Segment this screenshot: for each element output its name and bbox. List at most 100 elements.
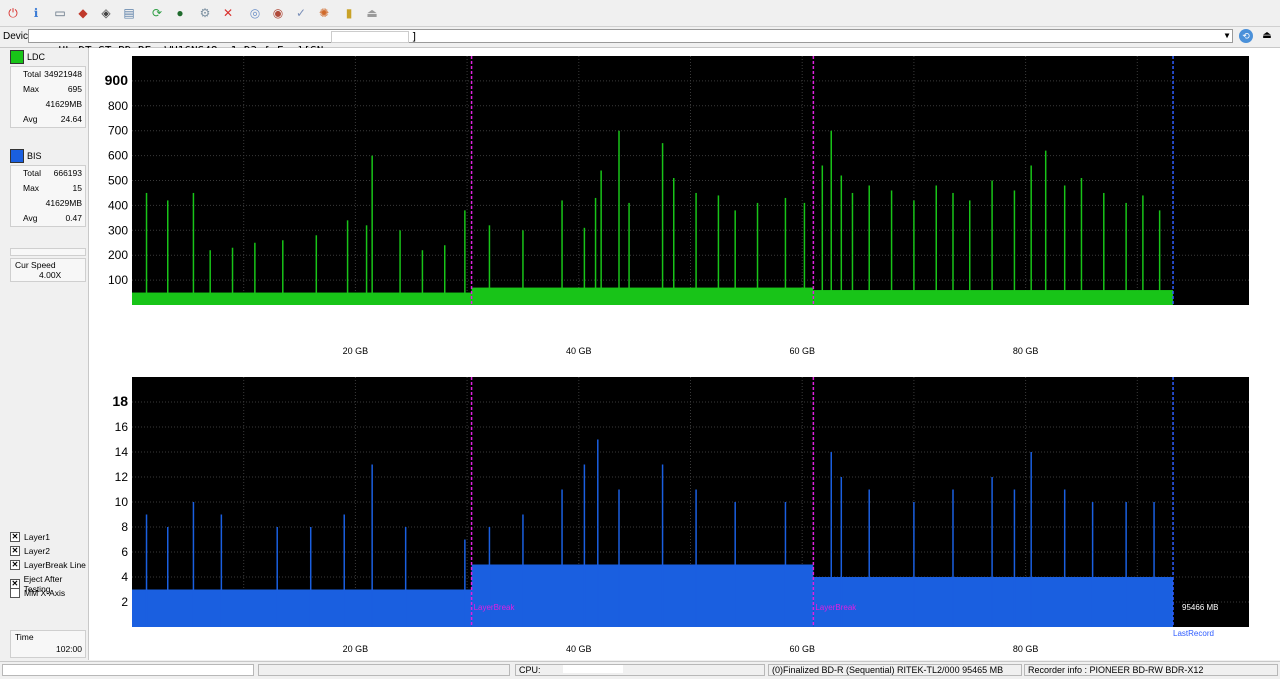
y-tick-label: 600 bbox=[108, 149, 128, 163]
ldc-label: LDC bbox=[27, 52, 45, 62]
ldc-chart: 10020030040050060070080090020 GB40 GB60 … bbox=[105, 56, 1249, 356]
y-tick-label: 100 bbox=[108, 273, 128, 287]
bis-stats: Total666193 Max15 41629MB Avg0.47 bbox=[10, 165, 86, 227]
copy-disc-icon[interactable]: ◈ bbox=[97, 4, 115, 22]
bis-max-label: Max bbox=[23, 183, 39, 193]
status-cpu: CPU: bbox=[515, 664, 765, 676]
time-box: Time 102:00 bbox=[10, 630, 86, 658]
eject-icon[interactable]: ⏏ bbox=[363, 4, 381, 22]
ldc-max: 695 bbox=[68, 84, 82, 94]
refresh-icon[interactable]: ⟳ bbox=[148, 4, 166, 22]
power-icon[interactable]: ⏻ bbox=[4, 4, 22, 22]
burn-icon[interactable]: ◉ bbox=[269, 4, 287, 22]
save-icon[interactable]: ▤ bbox=[120, 4, 138, 22]
serial-number-field bbox=[331, 31, 409, 43]
stop-icon[interactable]: ✕ bbox=[219, 4, 237, 22]
y-tick-label: 10 bbox=[115, 495, 129, 509]
ldc-avg: 24.64 bbox=[61, 114, 82, 124]
x-tick-label: 20 GB bbox=[343, 346, 369, 356]
ldc-avg-label: Avg bbox=[23, 114, 38, 124]
bis-legend: BIS bbox=[10, 149, 42, 163]
y-tick-label: 900 bbox=[105, 72, 129, 88]
record-icon[interactable]: ● bbox=[171, 4, 189, 22]
option-mm-x-axis[interactable]: MM X-Axis bbox=[10, 588, 65, 598]
scan-icon[interactable]: ◎ bbox=[246, 4, 264, 22]
x-tick-label: 20 GB bbox=[343, 644, 369, 654]
progress-bar bbox=[10, 248, 86, 256]
y-tick-label: 8 bbox=[121, 520, 128, 534]
x-tick-label: 40 GB bbox=[566, 644, 592, 654]
option-label: MM X-Axis bbox=[24, 588, 65, 598]
bis-label: BIS bbox=[27, 151, 42, 161]
checkbox[interactable]: ✕ bbox=[10, 532, 20, 542]
device-select[interactable]: HL-DT-ST BD-RE WH16NS48 1.D3 [ E: ][SN: … bbox=[28, 29, 1233, 43]
ldc-legend: LDC bbox=[10, 50, 45, 64]
x-tick-label: 80 GB bbox=[1013, 346, 1039, 356]
verify-icon[interactable]: ✓ bbox=[292, 4, 310, 22]
bis-total-label: Total bbox=[23, 168, 41, 178]
refresh-device-icon[interactable]: ⟲ bbox=[1239, 29, 1253, 43]
bis-total: 666193 bbox=[54, 168, 82, 178]
layer-break-label: LayerBreak bbox=[474, 603, 516, 612]
status-bar: CPU: (0)Finalized BD-R (Sequential) RITE… bbox=[0, 661, 1280, 679]
checkbox[interactable]: ✕ bbox=[10, 546, 20, 556]
bis-avg: 0.47 bbox=[65, 213, 82, 223]
y-tick-label: 14 bbox=[115, 445, 129, 459]
y-tick-label: 4 bbox=[121, 570, 128, 584]
y-tick-label: 300 bbox=[108, 223, 128, 237]
cur-speed-box: Cur Speed 4.00X bbox=[10, 258, 86, 282]
charts-canvas: 100 200 300 400 500 600 700 800 900 20 GB 40 GB 60 … bbox=[89, 48, 1280, 660]
option-layer1[interactable]: ✕ Layer1 bbox=[10, 532, 50, 542]
data-baseline bbox=[132, 293, 472, 305]
data-baseline bbox=[132, 590, 472, 628]
y-tick-label: 700 bbox=[108, 124, 128, 138]
disc-info-icon[interactable]: ℹ bbox=[27, 4, 45, 22]
x-tick-label: 80 GB bbox=[1013, 644, 1039, 654]
bis-size: 41629MB bbox=[46, 198, 82, 208]
x-tick-label: 60 GB bbox=[789, 346, 815, 356]
toolbar: ⏻ ℹ ▭ ◆ ◈ ▤ ⟳ ● ⚙ ✕ ◎ ◉ ✓ ✺ ▮ ⏏ bbox=[0, 0, 1280, 27]
option-layer2[interactable]: ✕ Layer2 bbox=[10, 546, 50, 556]
status-empty bbox=[258, 664, 510, 676]
data-baseline bbox=[813, 577, 1173, 627]
bis-max: 15 bbox=[73, 183, 82, 193]
ldc-total: 34921948 bbox=[44, 69, 82, 79]
y-tick-label: 16 bbox=[115, 420, 129, 434]
device-sn-close: ] bbox=[411, 30, 418, 44]
y-tick-label: 500 bbox=[108, 174, 128, 188]
eject-device-icon[interactable]: ⏏ bbox=[1260, 29, 1274, 43]
y-tick-label: 18 bbox=[112, 393, 128, 409]
erase-disc-icon[interactable]: ◆ bbox=[74, 4, 92, 22]
y-tick-label: 800 bbox=[108, 99, 128, 113]
bis-chart: 2468101214161820 GB40 GB60 GB80 GBLayerB… bbox=[112, 377, 1249, 654]
sidebar: LDC Total34921948 Max695 41629MB Avg24.6… bbox=[0, 48, 89, 660]
chart-icon[interactable]: ▮ bbox=[340, 4, 358, 22]
y-tick-label: 400 bbox=[108, 198, 128, 212]
y-tick-label: 12 bbox=[115, 470, 129, 484]
checkbox[interactable] bbox=[10, 588, 20, 598]
ldc-swatch bbox=[10, 50, 24, 64]
time-value: 102:00 bbox=[56, 644, 82, 654]
option-label: LayerBreak Line bbox=[24, 560, 86, 570]
quality-icon[interactable]: ✺ bbox=[315, 4, 333, 22]
drive-icon[interactable]: ▭ bbox=[51, 4, 69, 22]
ldc-total-label: Total bbox=[23, 69, 41, 79]
option-label: Layer2 bbox=[24, 546, 50, 556]
layer-break-label: LayerBreak bbox=[815, 603, 857, 612]
ldc-size: 41629MB bbox=[46, 99, 82, 109]
settings-icon[interactable]: ⚙ bbox=[196, 4, 214, 22]
option-label: Layer1 bbox=[24, 532, 50, 542]
checkbox[interactable]: ✕ bbox=[10, 560, 20, 570]
cpu-meter bbox=[563, 665, 623, 673]
option-layerbreak-line[interactable]: ✕ LayerBreak Line bbox=[10, 560, 86, 570]
status-disc-info: (0)Finalized BD-R (Sequential) RITEK-TL2… bbox=[768, 664, 1022, 676]
plot-area: 100 200 300 400 500 600 700 800 900 20 GB 40 GB 60 … bbox=[89, 48, 1280, 660]
status-recorder-info: Recorder info : PIONEER BD-RW BDR-X12 bbox=[1024, 664, 1278, 676]
size-label: 95466 MB bbox=[1182, 603, 1218, 612]
ldc-stats: Total34921948 Max695 41629MB Avg24.64 bbox=[10, 66, 86, 128]
cpu-label: CPU: bbox=[519, 665, 541, 675]
chevron-down-icon[interactable]: ▼ bbox=[1222, 30, 1232, 42]
y-tick-label: 200 bbox=[108, 248, 128, 262]
last-record-label: LastRecord bbox=[1173, 629, 1214, 638]
time-label: Time bbox=[15, 632, 34, 642]
